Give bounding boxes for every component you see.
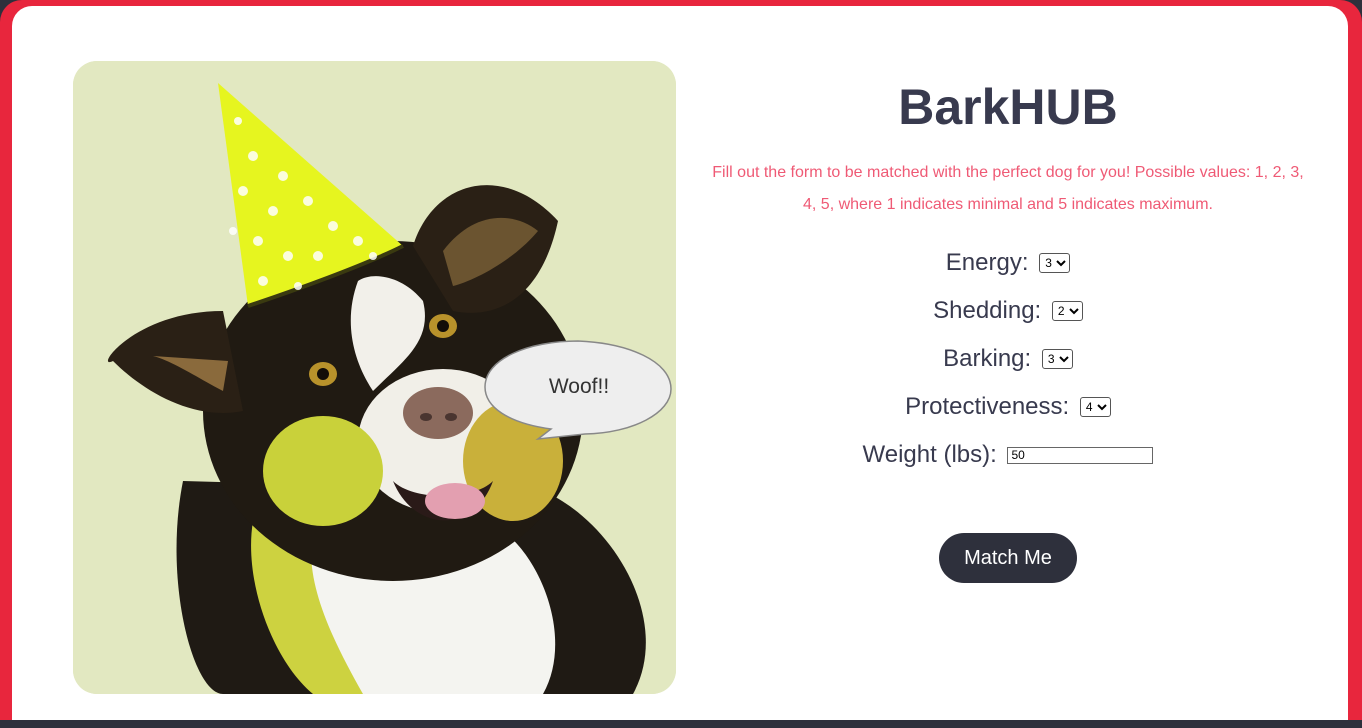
protectiveness-select[interactable]: 12345 [1079,397,1111,417]
speech-bubble-text: Woof!! [548,375,610,398]
barking-field: Barking: 12345 [702,345,1314,373]
page-title: BarkHUB [898,79,1118,135]
barking-label: Barking: [943,345,1032,372]
energy-select[interactable]: 12345 [1039,253,1071,273]
shedding-field: Shedding: 12345 [702,297,1314,325]
energy-label: Energy: [945,249,1029,276]
protectiveness-field: Protectiveness: 12345 [702,393,1314,421]
weight-label: Weight (lbs): [862,441,997,468]
weight-input[interactable] [1007,446,1154,464]
bottom-bar [0,720,1362,728]
weight-field: Weight (lbs): [702,441,1314,469]
shedding-label: Shedding: [933,297,1042,324]
form-instructions: Fill out the form to be matched with the… [712,164,1304,213]
barking-select[interactable]: 12345 [1041,349,1073,369]
protectiveness-label: Protectiveness: [905,393,1070,420]
energy-field: Energy: 12345 [702,249,1314,277]
match-me-button[interactable]: Match Me [939,533,1077,583]
shedding-select[interactable]: 12345 [1051,301,1083,321]
main-card: Woof!! BarkHUB Fill out the form to be m… [12,6,1348,720]
